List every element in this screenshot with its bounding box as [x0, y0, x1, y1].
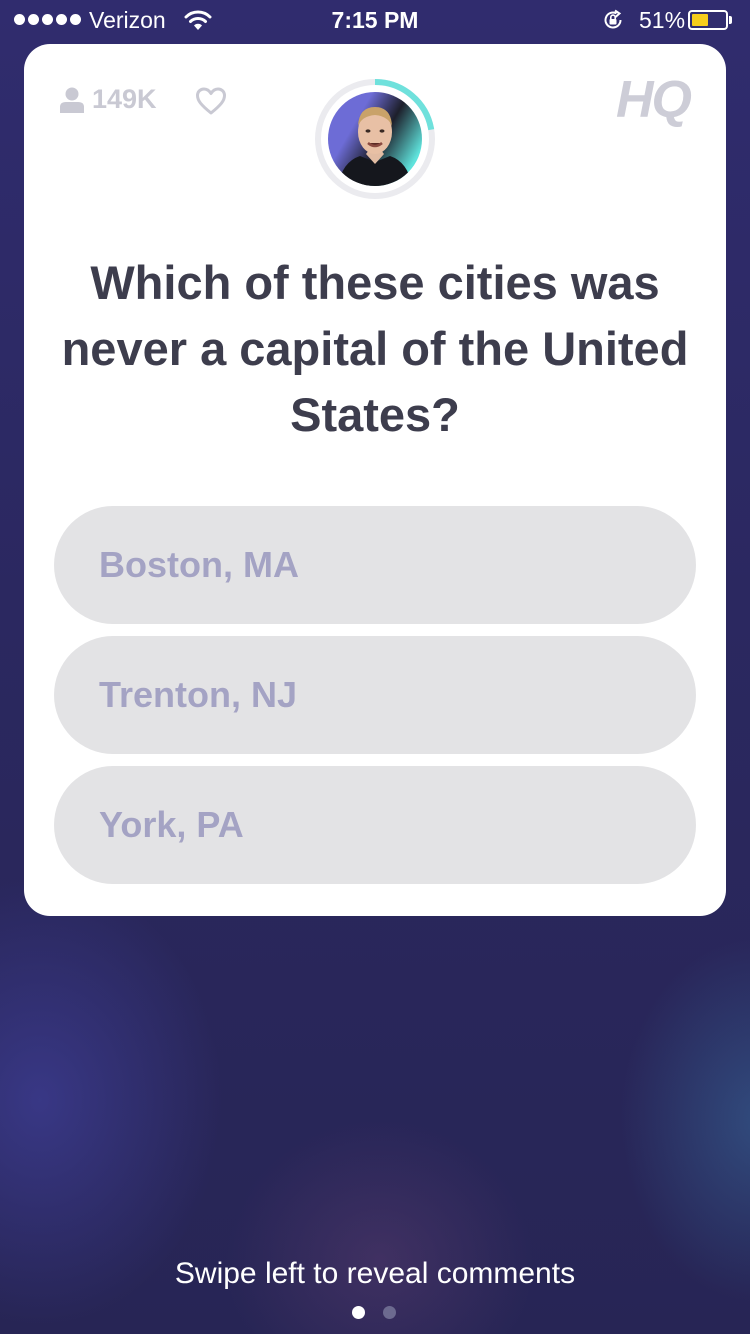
battery-tip [729, 16, 732, 24]
answer-list: Boston, MA Trenton, NJ York, PA [54, 506, 696, 896]
host-avatar [328, 92, 422, 186]
battery-percent: 51% [639, 7, 686, 33]
answer-option-3[interactable]: York, PA [54, 766, 696, 884]
page-indicator[interactable] [352, 1306, 396, 1319]
viewer-count: 149K [60, 84, 157, 115]
battery-icon [688, 10, 728, 30]
page-dot-1[interactable] [352, 1306, 365, 1319]
question-card: 149K HQ Which of these cities was never … [24, 44, 726, 916]
heart-icon[interactable] [195, 87, 227, 115]
swipe-hint: Swipe left to reveal comments [174, 1257, 576, 1290]
host-portrait-icon [338, 107, 412, 186]
status-time: 7:15 PM [331, 7, 419, 33]
answer-option-2[interactable]: Trenton, NJ [54, 636, 696, 754]
question-text: Which of these cities was never a capita… [61, 256, 689, 441]
hq-logo: HQ [616, 71, 692, 129]
status-bar: Verizon 7:15 PM 51% [0, 0, 750, 40]
orientation-lock-icon [604, 9, 622, 29]
battery-fill [692, 14, 708, 26]
page-dot-2[interactable] [383, 1306, 396, 1319]
user-icon [60, 87, 84, 113]
viewer-count-value: 149K [92, 84, 157, 114]
answer-option-1[interactable]: Boston, MA [54, 506, 696, 624]
